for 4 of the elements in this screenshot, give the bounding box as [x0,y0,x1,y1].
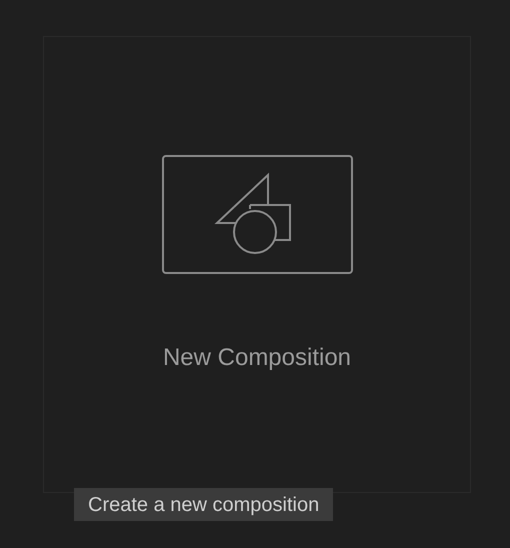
composition-card[interactable]: New Composition [43,36,471,493]
tooltip: Create a new composition [74,488,334,521]
composition-icon [162,155,352,274]
card-title: New Composition [162,343,352,373]
